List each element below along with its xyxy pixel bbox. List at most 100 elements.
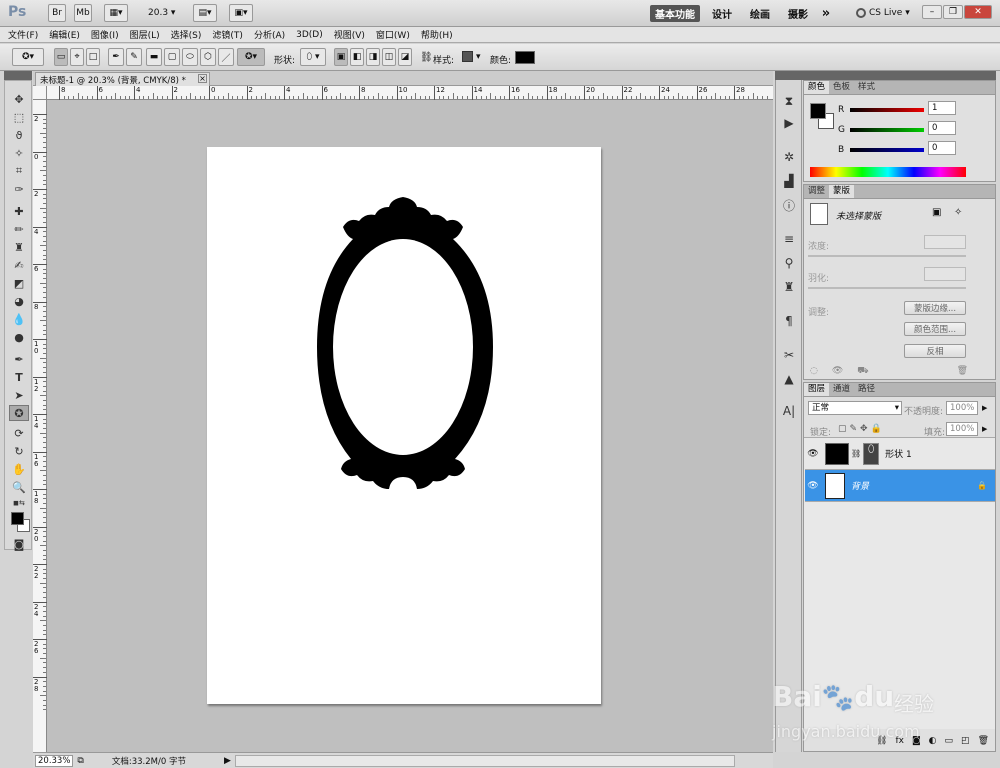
- polygon-option[interactable]: ⬡: [200, 48, 216, 66]
- 3d-light-icon[interactable]: ▲: [780, 370, 798, 388]
- 3d-rotate-tool-icon[interactable]: ⟳: [9, 425, 29, 441]
- delete-mask-icon[interactable]: 🗑: [957, 366, 968, 377]
- tab-styles[interactable]: 样式: [854, 81, 879, 94]
- cs-live-button[interactable]: CS Live ▾: [856, 8, 910, 18]
- fill-pixels-mode[interactable]: □: [86, 48, 100, 66]
- freeform-pen-option[interactable]: ✎: [126, 48, 142, 66]
- menu-filter[interactable]: 滤镜(T): [212, 28, 243, 41]
- green-value[interactable]: 0: [928, 121, 956, 135]
- style-picker[interactable]: ▾: [462, 51, 481, 62]
- apply-mask-icon[interactable]: ⛟: [857, 366, 868, 377]
- eyedropper-tool-icon[interactable]: ✑: [9, 181, 29, 197]
- minimize-button[interactable]: –: [922, 5, 942, 19]
- eye-icon[interactable]: 👁: [805, 481, 821, 491]
- new-layer-icon[interactable]: ◰: [961, 736, 970, 746]
- new-layer-mode[interactable]: ▣: [334, 48, 348, 66]
- move-tool-icon[interactable]: ✥: [9, 91, 29, 107]
- document-close-icon[interactable]: ×: [198, 74, 207, 83]
- custom-shape-option[interactable]: ✪▾: [237, 48, 265, 66]
- info-panel-icon[interactable]: ⓘ: [780, 196, 798, 214]
- fill-field[interactable]: 100%: [946, 422, 978, 436]
- opacity-arrow-icon[interactable]: ▶: [982, 404, 987, 412]
- close-button[interactable]: ✕: [964, 5, 992, 19]
- pen-tool-icon[interactable]: ✒: [9, 351, 29, 367]
- panel-dock-header[interactable]: [775, 71, 996, 80]
- toolbox-header[interactable]: [4, 71, 32, 80]
- menu-edit[interactable]: 编辑(E): [49, 28, 80, 41]
- zoom-level-select[interactable]: 20.3 ▾: [148, 8, 175, 18]
- lasso-tool-icon[interactable]: ϑ: [9, 127, 29, 143]
- bridge-button[interactable]: Br: [48, 4, 66, 22]
- tab-paths[interactable]: 路径: [854, 383, 879, 396]
- ellipse-option[interactable]: ⬭: [182, 48, 198, 66]
- color-spectrum-bar[interactable]: [810, 167, 966, 177]
- tab-masks[interactable]: 蒙版: [829, 185, 855, 198]
- marquee-tool-icon[interactable]: ⬚: [9, 109, 29, 125]
- dodge-tool-icon[interactable]: ●: [9, 329, 29, 345]
- lock-icons[interactable]: ▢✎✥🔒: [838, 424, 885, 434]
- healing-brush-tool-icon[interactable]: ✚: [9, 203, 29, 219]
- opacity-field[interactable]: 100%: [946, 401, 978, 415]
- blue-value[interactable]: 0: [928, 141, 956, 155]
- load-selection-icon[interactable]: ◌: [810, 366, 818, 377]
- paths-mode[interactable]: ⌖: [70, 48, 84, 66]
- menu-layer[interactable]: 图层(L): [130, 28, 160, 41]
- green-slider[interactable]: [850, 128, 924, 132]
- tab-color[interactable]: 颜色: [804, 81, 830, 94]
- brush-presets-icon[interactable]: ≡: [780, 230, 798, 248]
- menu-file[interactable]: 文件(F): [8, 28, 38, 41]
- blue-slider[interactable]: [850, 148, 924, 152]
- red-value[interactable]: 1: [928, 101, 956, 115]
- menu-analysis[interactable]: 分析(A): [254, 28, 285, 41]
- quick-select-tool-icon[interactable]: ✧: [9, 145, 29, 161]
- arrange-documents-button[interactable]: ▤▾: [193, 4, 217, 22]
- restore-button[interactable]: ❐: [943, 5, 963, 19]
- tab-channels[interactable]: 通道: [829, 383, 854, 396]
- view-extras-button[interactable]: ▦▾: [104, 4, 128, 22]
- workspace-essentials[interactable]: 基本功能: [650, 5, 700, 22]
- workspace-painting[interactable]: 绘画: [744, 5, 776, 22]
- screen-mode-button[interactable]: ▣▾: [229, 4, 253, 22]
- menu-select[interactable]: 选择(S): [171, 28, 202, 41]
- rounded-rectangle-option[interactable]: ▢: [164, 48, 180, 66]
- red-slider[interactable]: [850, 108, 924, 112]
- link-icon[interactable]: ⛓: [420, 52, 433, 63]
- ruler-origin[interactable]: [33, 86, 47, 100]
- tool-preset-picker[interactable]: ✪▾: [12, 48, 44, 66]
- workspace-design[interactable]: 设计: [706, 5, 738, 22]
- 3d-panel-icon[interactable]: ✂: [780, 346, 798, 364]
- shape-picker[interactable]: ⬯ ▾: [300, 48, 326, 66]
- invert-button[interactable]: 反相: [904, 344, 966, 358]
- rectangle-option[interactable]: ▬: [146, 48, 162, 66]
- character-panel-icon[interactable]: A|: [780, 402, 798, 420]
- mask-edge-button[interactable]: 蒙版边缘...: [904, 301, 966, 315]
- horizontal-ruler[interactable]: 8 6 4 2 0 2 4 6 8 10 12 14 16 18 20 22 24 26 28: [47, 86, 773, 100]
- crop-tool-icon[interactable]: ⌗: [9, 163, 29, 179]
- mini-bridge-button[interactable]: Mb: [74, 4, 92, 22]
- navigator-panel-icon[interactable]: ✲: [780, 148, 798, 166]
- fill-arrow-icon[interactable]: ▶: [982, 425, 987, 433]
- color-range-button[interactable]: 颜色范围...: [904, 322, 966, 336]
- intersect-shape-mode[interactable]: ◫: [382, 48, 396, 66]
- menu-help[interactable]: 帮助(H): [421, 28, 453, 41]
- subtract-shape-mode[interactable]: ◨: [366, 48, 380, 66]
- clone-stamp-tool-icon[interactable]: ♜: [9, 239, 29, 255]
- pixel-mask-icon[interactable]: ▣: [932, 207, 941, 218]
- paragraph-panel-icon[interactable]: ¶: [780, 312, 798, 330]
- tab-layers[interactable]: 图层: [804, 383, 830, 396]
- type-tool-icon[interactable]: T: [9, 369, 29, 385]
- clone-source-icon[interactable]: ⚲: [780, 254, 798, 272]
- more-workspaces-button[interactable]: »: [818, 5, 834, 22]
- color-fg-swatch[interactable]: [810, 103, 826, 119]
- brush-tool-icon[interactable]: ✏: [9, 221, 29, 237]
- histogram-panel-icon[interactable]: ▟: [780, 172, 798, 190]
- status-zoom[interactable]: 20.33%: [35, 754, 74, 767]
- eye-icon[interactable]: 👁: [805, 449, 821, 459]
- history-brush-tool-icon[interactable]: ✍: [9, 257, 29, 273]
- zoom-tool-icon[interactable]: 🔍: [9, 479, 29, 495]
- horizontal-scrollbar[interactable]: [234, 754, 735, 767]
- status-menu-arrow-icon[interactable]: ▶: [224, 756, 231, 766]
- menu-window[interactable]: 窗口(W): [376, 28, 410, 41]
- paint-bucket-tool-icon[interactable]: ◕: [9, 293, 29, 309]
- layer-row-shape[interactable]: 👁 ⛓ ⬯ 形状 1: [805, 438, 995, 470]
